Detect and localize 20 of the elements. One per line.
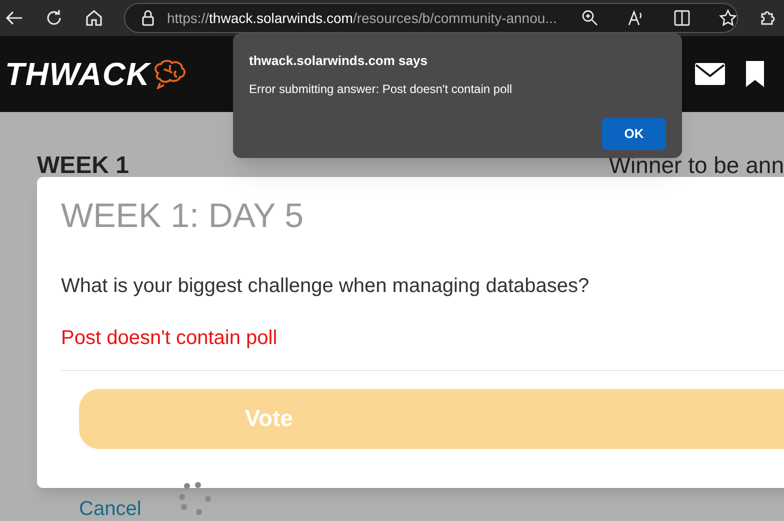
mail-icon[interactable] (694, 62, 726, 86)
refresh-icon[interactable] (44, 8, 64, 28)
zoom-icon[interactable] (580, 9, 599, 27)
star-icon[interactable] (718, 9, 737, 27)
brain-icon (152, 59, 188, 89)
ok-button[interactable]: OK (602, 118, 666, 150)
error-message: Post doesn't contain poll (61, 326, 278, 350)
address-bar[interactable]: https://thwack.solarwinds.com/resources/b/community-annou... (124, 3, 738, 33)
bookmark-icon[interactable] (744, 60, 766, 88)
url-text: https://thwack.solarwinds.com/resources/b/community-annou... (167, 8, 557, 28)
alert-title: thwack.solarwinds.com says (249, 52, 428, 70)
alert-message: Error submitting answer: Post doesn't contain poll (249, 80, 514, 98)
reader-view-icon[interactable] (672, 9, 691, 27)
winner-text: Winner to be ann (608, 154, 784, 178)
site-logo[interactable]: THWACK (5, 50, 150, 98)
poll-question: What is your biggest challenge when managing databases? (61, 274, 590, 298)
home-icon[interactable] (84, 8, 104, 28)
poll-title: WEEK 1: DAY 5 (61, 196, 304, 237)
lock-icon (141, 10, 155, 26)
week-heading: WEEK 1 (37, 154, 130, 178)
